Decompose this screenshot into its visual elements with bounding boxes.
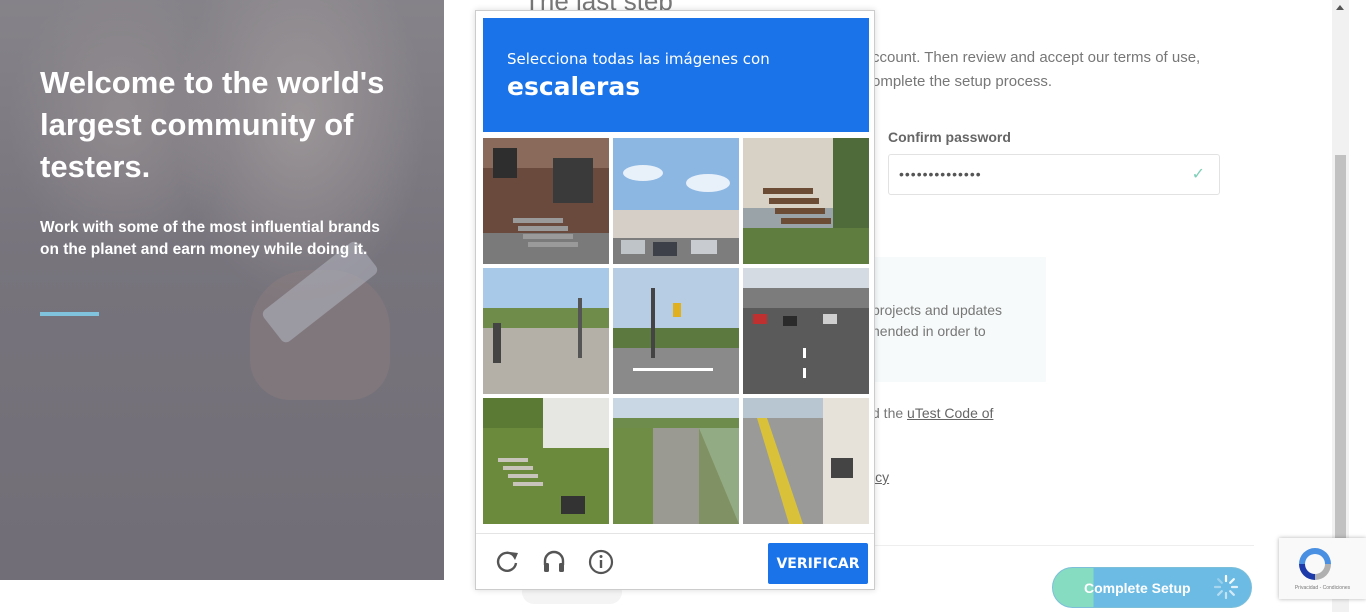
captcha-tile-9[interactable] xyxy=(743,398,869,524)
form-intro-text: ccount. Then review and accept our terms… xyxy=(872,49,1201,90)
captcha-keyword: escaleras xyxy=(507,72,641,101)
captcha-footer: VERIFICAR xyxy=(476,533,874,590)
tile-image xyxy=(743,398,869,524)
tile-image xyxy=(483,268,609,394)
check-icon: ✓ xyxy=(1191,166,1205,183)
captcha-image-grid xyxy=(483,138,870,525)
scroll-up-arrow-icon[interactable] xyxy=(1336,5,1344,10)
tile-image xyxy=(613,138,739,264)
hero-accent-line xyxy=(40,312,99,316)
recaptcha-badge[interactable]: Privacidad - Condiciones xyxy=(1279,538,1366,599)
tile-image xyxy=(483,398,609,524)
tile-image xyxy=(613,398,739,524)
recaptcha-logo-icon xyxy=(1299,548,1331,580)
captcha-tile-7[interactable] xyxy=(483,398,609,524)
complete-setup-label: Complete Setup xyxy=(1084,580,1191,596)
hero-panel: Welcome to the world's largest community… xyxy=(0,0,444,580)
verify-button[interactable]: VERIFICAR xyxy=(768,543,868,584)
confirm-password-label: Confirm password xyxy=(888,129,1011,145)
captcha-header: Selecciona todas las imágenes con escale… xyxy=(483,18,869,132)
recaptcha-terms[interactable]: Privacidad - Condiciones xyxy=(1283,585,1362,591)
page-scrollbar[interactable] xyxy=(1332,0,1349,612)
info-icon[interactable] xyxy=(588,549,614,575)
form-divider xyxy=(872,545,1254,546)
confirm-password-value: •••••••••••••• xyxy=(899,166,982,182)
captcha-tile-4[interactable] xyxy=(483,268,609,394)
captcha-tile-2[interactable] xyxy=(613,138,739,264)
tile-image xyxy=(613,268,739,394)
captcha-tile-1[interactable] xyxy=(483,138,609,264)
tile-image xyxy=(743,268,869,394)
reload-icon[interactable] xyxy=(494,549,520,575)
captcha-challenge: Selecciona todas las imágenes con escale… xyxy=(475,10,875,590)
headphones-icon[interactable] xyxy=(541,549,567,575)
code-prefix: d the xyxy=(872,405,908,421)
code-of-conduct-link[interactable]: uTest Code of xyxy=(907,405,993,421)
code-of-conduct-text: d the uTest Code of xyxy=(872,405,993,421)
captcha-tile-6[interactable] xyxy=(743,268,869,394)
hero-subheading: Work with some of the most influential b… xyxy=(40,219,380,258)
hero-heading: Welcome to the world's largest community… xyxy=(40,65,385,184)
captcha-tile-5[interactable] xyxy=(613,268,739,394)
scrollbar-thumb[interactable] xyxy=(1335,155,1346,545)
tile-image xyxy=(743,138,869,264)
updates-text: projects and updates nended in order to xyxy=(872,302,1002,339)
complete-setup-button[interactable]: Complete Setup xyxy=(1052,567,1252,608)
captcha-tile-8[interactable] xyxy=(613,398,739,524)
confirm-password-field[interactable]: •••••••••••••• ✓ xyxy=(888,154,1220,195)
captcha-tile-3[interactable] xyxy=(743,138,869,264)
captcha-prompt: Selecciona todas las imágenes con xyxy=(507,50,770,68)
loading-spinner-icon xyxy=(1213,574,1239,600)
tile-image xyxy=(483,138,609,264)
